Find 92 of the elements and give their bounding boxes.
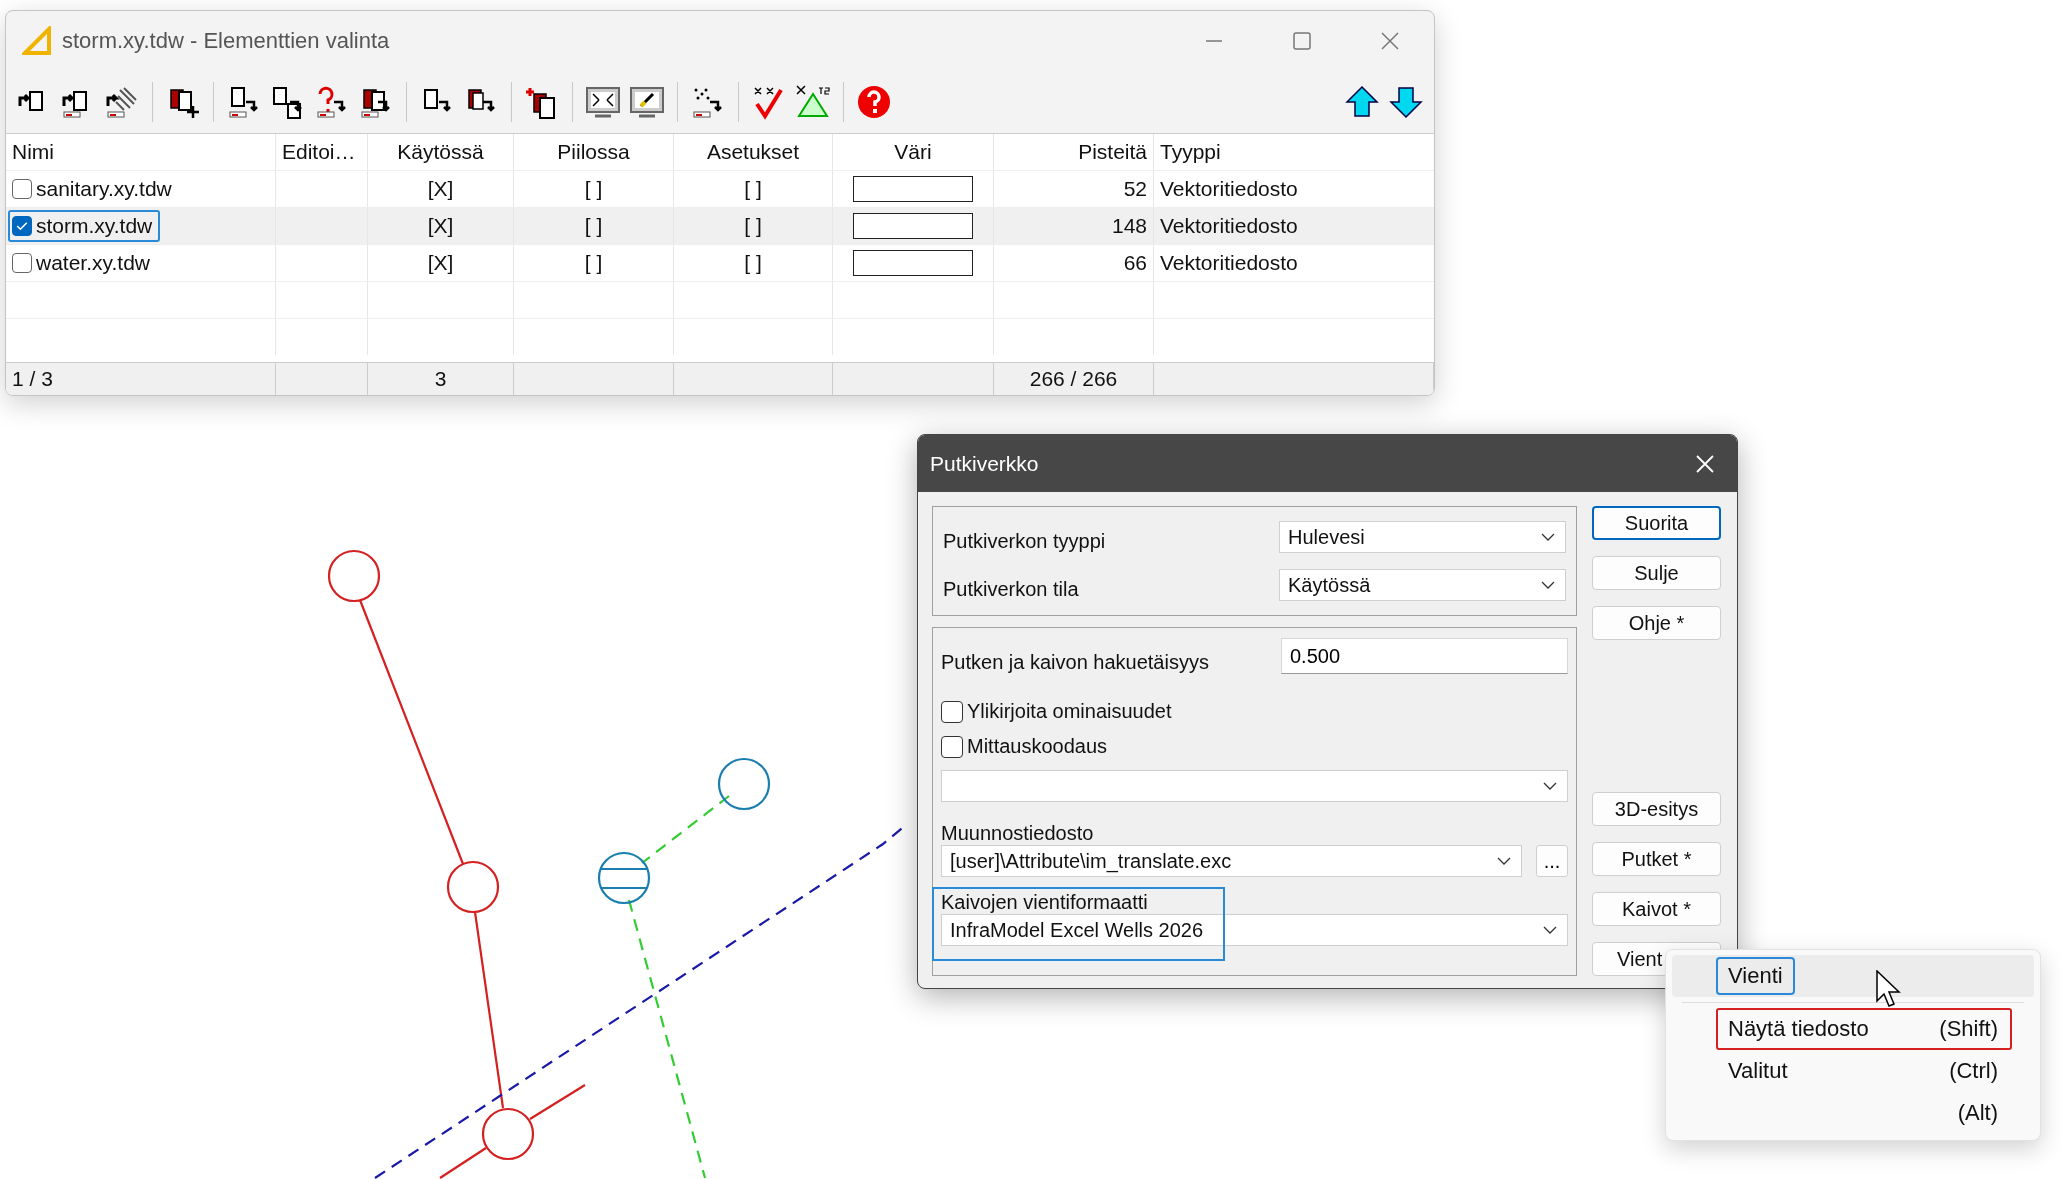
- checkbox[interactable]: [941, 700, 963, 723]
- menu-item[interactable]: Valitut (Ctrl): [1672, 1050, 2034, 1092]
- striped-manhole-circle: [597, 851, 651, 905]
- field-label: Muunnostiedosto: [941, 822, 1095, 845]
- table-cell: 52: [1123, 177, 1147, 201]
- checkbox-label: Mittauskoodaus: [967, 735, 1108, 758]
- menu-label: Näytä tiedosto: [1727, 1015, 1870, 1043]
- column-header[interactable]: Väri: [894, 140, 932, 164]
- menu-item[interactable]: (Alt): [1672, 1092, 2034, 1134]
- input-field[interactable]: 0.500: [1281, 638, 1568, 674]
- table-cell: Vektoritiedosto: [1160, 214, 1298, 238]
- status-text: 1 / 3: [12, 367, 53, 391]
- color-swatch[interactable]: [853, 250, 973, 276]
- table-cell: [ ]: [744, 251, 762, 275]
- chevron-down-icon: [1543, 782, 1557, 790]
- manhole-circle: [481, 1107, 535, 1161]
- table-cell: Vektoritiedosto: [1160, 177, 1298, 201]
- dialog-title: Putkiverkko: [930, 451, 1039, 476]
- shortcut-text: (Ctrl): [1949, 1058, 1998, 1084]
- ruler-triangle-icon: [22, 26, 52, 56]
- manhole-circle: [446, 860, 500, 914]
- menu-label: Valitut: [1727, 1057, 1789, 1085]
- dialog-button[interactable]: Kaivot *: [1592, 892, 1721, 926]
- table-cell: [ ]: [584, 214, 603, 238]
- shortcut-text: (Shift): [1939, 1016, 1998, 1042]
- column-header[interactable]: Asetukset: [706, 140, 800, 164]
- manhole-circle: [717, 757, 771, 811]
- file-name: storm.xy.tdw: [36, 214, 153, 238]
- dialog-button[interactable]: Ohje *: [1592, 606, 1721, 640]
- file-name: sanitary.xy.tdw: [36, 177, 172, 201]
- dialog-button[interactable]: Sulje: [1592, 556, 1721, 590]
- dialog-button[interactable]: Putket *: [1592, 842, 1721, 876]
- column-header[interactable]: Pisteitä: [1078, 140, 1147, 164]
- monitor-brush-icon[interactable]: [629, 84, 665, 120]
- menu-label: Vienti: [1716, 957, 1795, 995]
- menu-item[interactable]: Vienti: [1672, 955, 2034, 997]
- status-text: 3: [434, 367, 447, 391]
- dialog-button[interactable]: Suorita: [1592, 506, 1721, 540]
- column-header[interactable]: Editoi…: [282, 140, 356, 164]
- pipe-line: [529, 1084, 586, 1120]
- field-label: Putken ja kaivon hakuetäisyys: [941, 650, 1209, 674]
- dropdown[interactable]: InfraModel Excel Wells 2026: [941, 914, 1568, 946]
- table-cell: [ ]: [584, 177, 603, 201]
- column-header[interactable]: Käytössä: [397, 140, 484, 164]
- chevron-down-icon: [1543, 926, 1557, 934]
- table-cell: 66: [1123, 251, 1147, 275]
- triangle-icon[interactable]: [795, 84, 831, 120]
- table-cell: Vektoritiedosto: [1160, 251, 1298, 275]
- color-swatch[interactable]: [853, 213, 973, 239]
- table-cell: [ ]: [584, 251, 603, 275]
- chevron-down-icon: [1541, 581, 1555, 589]
- color-swatch[interactable]: [853, 176, 973, 202]
- checkbox[interactable]: [941, 735, 963, 758]
- column-header[interactable]: Tyyppi: [1160, 140, 1221, 164]
- help-icon[interactable]: [856, 84, 892, 120]
- manhole-circle: [327, 549, 381, 603]
- column-header[interactable]: Nimi: [12, 140, 54, 164]
- shortcut-text: (Alt): [1957, 1100, 1998, 1126]
- field-label: Putkiverkon tyyppi: [943, 528, 1106, 553]
- dialog-button[interactable]: 3D-esitys: [1592, 792, 1721, 826]
- chevron-down-icon: [1497, 857, 1511, 865]
- dropdown[interactable]: Käytössä: [1279, 569, 1566, 601]
- file-name: water.xy.tdw: [36, 251, 150, 275]
- dropdown[interactable]: [user]\Attribute\im_translate.exc: [941, 845, 1522, 877]
- field-label: Kaivojen vientiformaatti: [941, 891, 1149, 914]
- maximize-icon[interactable]: [1292, 31, 1312, 51]
- chevron-down-icon: [1541, 533, 1555, 541]
- table-cell: [X]: [427, 177, 454, 201]
- row-checkbox[interactable]: [12, 216, 32, 236]
- window-title: storm.xy.tdw - Elementtien valinta: [62, 28, 390, 54]
- pipe-line: [439, 1147, 487, 1179]
- mouse-pointer-icon: [1876, 970, 1902, 1010]
- checkbox-label: Ylikirjoita ominaisuudet: [967, 700, 1172, 723]
- field-label: Putkiverkon tila: [943, 576, 1079, 601]
- table-cell: [ ]: [744, 214, 762, 238]
- table-cell: [X]: [427, 214, 454, 238]
- browse-button[interactable]: ...: [1536, 845, 1568, 877]
- status-text: 266 / 266: [1029, 367, 1118, 391]
- row-checkbox[interactable]: [12, 253, 32, 273]
- row-checkbox[interactable]: [12, 179, 32, 199]
- up-arrow-icon[interactable]: [1344, 84, 1380, 120]
- dropdown[interactable]: Hulevesi: [1279, 521, 1566, 553]
- table-cell: 148: [1111, 214, 1147, 238]
- table-row[interactable]: water.xy.tdw [X] [ ] [ ] 66 Vektoritiedosto: [6, 244, 1434, 281]
- table-cell: [ ]: [744, 177, 762, 201]
- table-row[interactable]: storm.xy.tdw [X] [ ] [ ] 148 Vektoritiedosto: [6, 207, 1434, 244]
- close-icon[interactable]: [1380, 31, 1400, 51]
- menu-item[interactable]: Näytä tiedosto (Shift): [1672, 1008, 2034, 1050]
- down-arrow-icon[interactable]: [1388, 84, 1424, 120]
- column-header[interactable]: Piilossa: [557, 140, 630, 164]
- table-cell: [X]: [427, 251, 454, 275]
- monitor-expand-icon[interactable]: [585, 84, 621, 120]
